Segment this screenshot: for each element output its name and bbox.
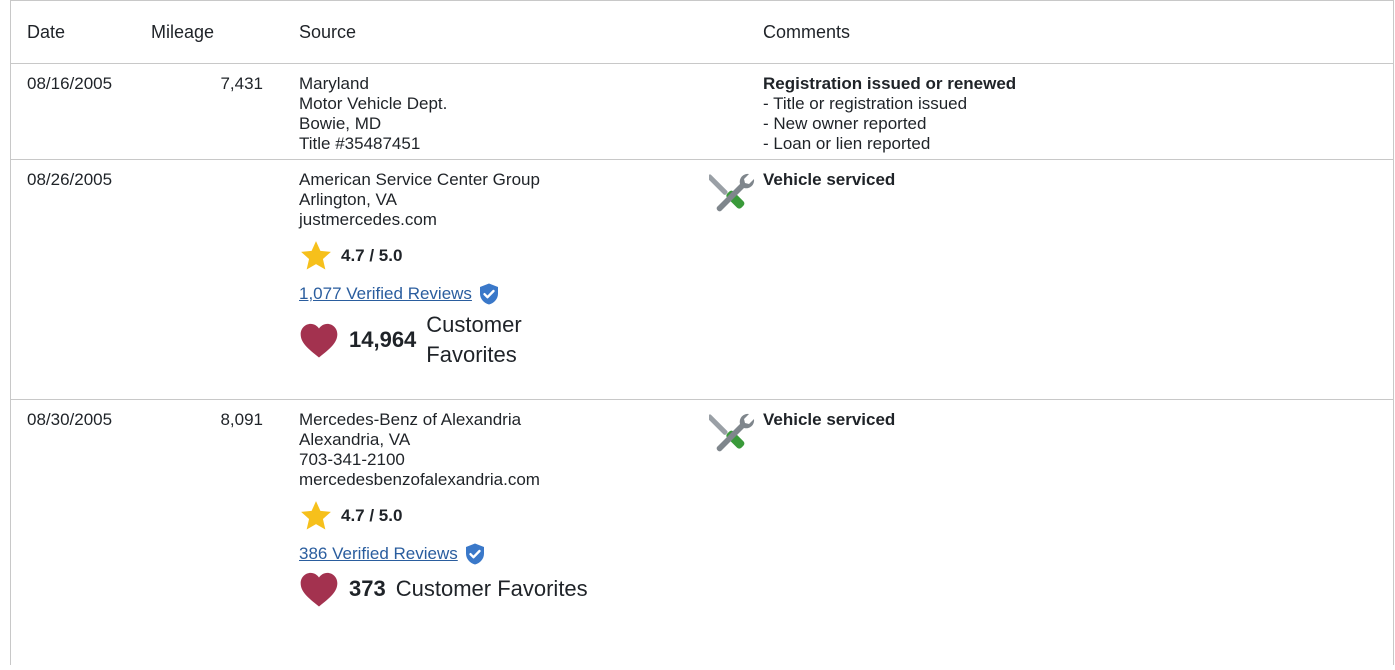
source-line: Alexandria, VA — [299, 430, 411, 449]
row-source: American Service Center Group Arlington,… — [283, 159, 763, 400]
favorites-count: 14,964 — [349, 327, 417, 352]
comment-title: Registration issued or renewed — [763, 74, 1017, 93]
row-comments: Vehicle serviced — [709, 400, 1393, 670]
favorites-label: Customer Favorites — [426, 312, 522, 367]
service-tools-icon — [709, 173, 755, 212]
header-date: Date — [11, 1, 151, 64]
star-icon — [301, 241, 331, 270]
table-header-row: Date Mileage Source Comments — [11, 1, 1393, 64]
header-mileage: Mileage — [151, 1, 283, 64]
table-row: 08/16/2005 7,431 Maryland Motor Vehicle … — [11, 63, 1393, 160]
customer-favorites: 14,964 Customer Favorites — [299, 310, 763, 370]
row-source: Mercedes-Benz of Alexandria Alexandria, … — [283, 400, 763, 670]
source-line: Bowie, MD — [299, 114, 382, 133]
source-line: Title #35487451 — [299, 134, 421, 153]
source-line: Mercedes-Benz of Alexandria — [299, 410, 522, 429]
row-date: 08/30/2005 — [27, 410, 113, 429]
comment-line: - Loan or lien reported — [763, 134, 931, 153]
vehicle-history-table: Date Mileage Source Comments 08/16/2005 … — [10, 0, 1394, 665]
row-comments: Registration issued or renewed - Title o… — [763, 63, 1393, 160]
comment-title: Vehicle serviced — [763, 170, 896, 189]
heart-icon — [300, 572, 338, 607]
source-line: mercedesbenzofalexandria.com — [299, 470, 540, 489]
reviews: 1,077 Verified Reviews — [299, 280, 763, 308]
comment-title: Vehicle serviced — [763, 410, 896, 429]
heart-icon — [300, 323, 338, 358]
row-date: 08/26/2005 — [11, 159, 151, 400]
comment-line: - Title or registration issued — [763, 94, 968, 113]
reviews: 386 Verified Reviews — [299, 540, 763, 568]
favorites-label: Customer Favorites — [395, 576, 588, 601]
star-icon — [301, 501, 331, 530]
service-comment: Vehicle serviced — [709, 170, 1393, 216]
history-table: Date Mileage Source Comments 08/16/2005 … — [11, 1, 1393, 670]
source-line: Arlington, VA — [299, 190, 397, 209]
row-mileage — [151, 159, 283, 400]
table-row: 08/26/2005 American Service Center Group… — [11, 159, 1393, 400]
row-source: Maryland Motor Vehicle Dept. Bowie, MD T… — [283, 63, 763, 160]
table-row: 08/30/2005 8,091 Mercedes-Benz of Alexan… — [11, 400, 1393, 670]
verified-shield-icon — [465, 543, 484, 565]
service-tools-icon — [709, 413, 755, 452]
header-source: Source — [283, 1, 763, 64]
comment-line: - New owner reported — [763, 114, 927, 133]
row-mileage: 8,091 — [220, 410, 263, 429]
row-comments: Vehicle serviced — [709, 159, 1393, 400]
customer-favorites: 373 Customer Favorites — [299, 570, 763, 608]
source-line: 703-341-2100 — [299, 450, 405, 469]
header-comments: Comments — [763, 1, 1393, 64]
verified-reviews-link[interactable]: 1,077 Verified Reviews — [299, 284, 472, 304]
source-line: Motor Vehicle Dept. — [299, 94, 448, 113]
favorites-count: 373 — [349, 576, 386, 601]
service-comment: Vehicle serviced — [709, 410, 1393, 456]
row-mileage: 7,431 — [151, 63, 283, 160]
source-line: Maryland — [299, 74, 369, 93]
source-line: American Service Center Group — [299, 170, 540, 189]
verified-reviews-link[interactable]: 386 Verified Reviews — [299, 544, 458, 564]
row-date: 08/16/2005 — [11, 63, 151, 160]
verified-shield-icon — [479, 283, 498, 305]
rating-value: 4.7 / 5.0 — [341, 246, 403, 265]
rating-value: 4.7 / 5.0 — [341, 506, 403, 525]
rating: 4.7 / 5.0 — [299, 238, 763, 274]
rating: 4.7 / 5.0 — [299, 498, 763, 534]
source-line: justmercedes.com — [299, 210, 437, 229]
